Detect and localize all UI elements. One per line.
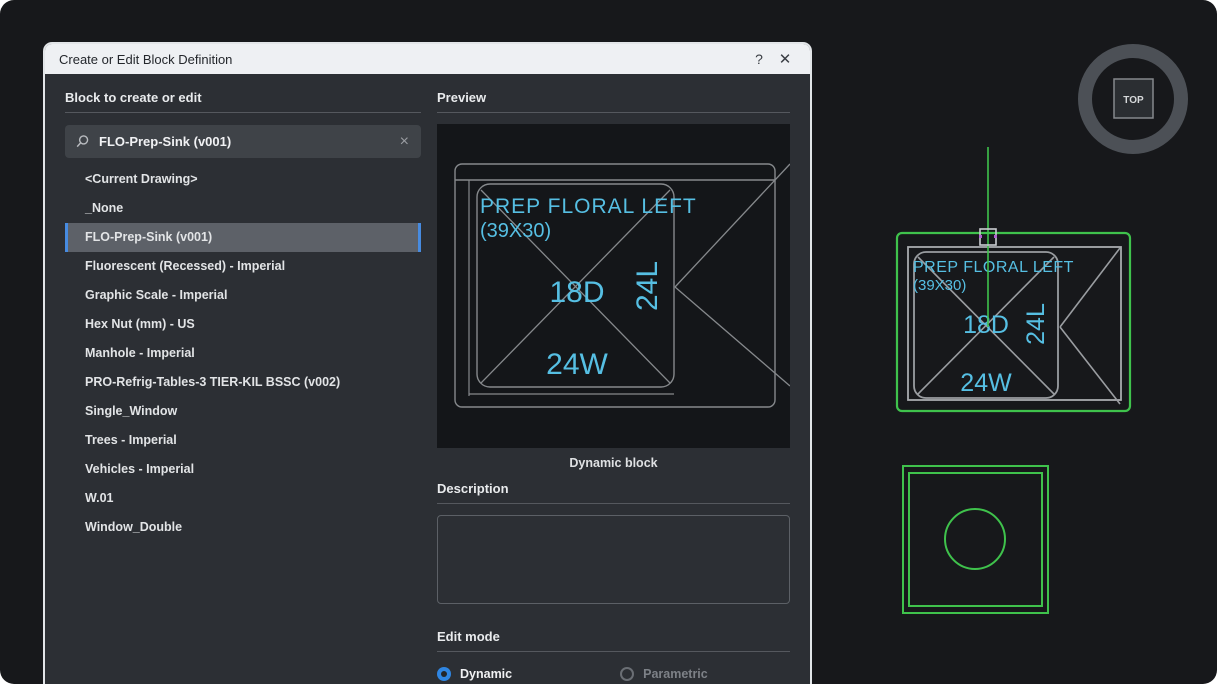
block-search-input[interactable]: FLO-Prep-Sink (v001) × — [65, 125, 421, 158]
block-section-label: Block to create or edit — [65, 90, 421, 106]
divider — [437, 503, 790, 504]
sink-length-text: 24L — [1022, 303, 1050, 345]
edit-mode-label: Edit mode — [437, 629, 790, 645]
list-item[interactable]: _None — [65, 194, 421, 223]
list-item[interactable]: Graphic Scale - Imperial — [65, 281, 421, 310]
block-preview-drawing: PREP FLORAL LEFT (39X30) 18D 24L 24W — [437, 124, 790, 448]
sink-depth-text: 18D — [963, 311, 1009, 339]
radio-unselected-icon[interactable] — [620, 667, 634, 681]
clear-search-icon[interactable]: × — [398, 134, 411, 150]
close-button[interactable]: ✕ — [772, 50, 798, 68]
preview-width-text: 24W — [546, 348, 608, 381]
preview-length-text: 24L — [631, 261, 664, 311]
dialog-titlebar[interactable]: Create or Edit Block Definition ? ✕ — [45, 44, 810, 74]
snap-dot — [994, 235, 997, 238]
radio-dynamic-label: Dynamic — [460, 667, 512, 681]
list-item[interactable]: PRO-Refrig-Tables-3 TIER-KIL BSSC (v002) — [65, 368, 421, 397]
sink-title-text: PREP FLORAL LEFT — [913, 259, 1074, 276]
sink-block-drawing[interactable]: PREP FLORAL LEFT (39X30) 18D 24L 24W — [897, 147, 1130, 411]
create-edit-block-dialog: Create or Edit Block Definition ? ✕ Bloc… — [43, 42, 812, 684]
dialog-title: Create or Edit Block Definition — [59, 52, 746, 67]
list-item[interactable]: Vehicles - Imperial — [65, 455, 421, 484]
snap-dot — [979, 235, 982, 238]
preview-title-text: PREP FLORAL LEFT — [480, 195, 697, 218]
list-item[interactable]: Manhole - Imperial — [65, 339, 421, 368]
list-item[interactable]: Single_Window — [65, 397, 421, 426]
square-circle-block-drawing[interactable] — [903, 466, 1048, 613]
list-item[interactable]: Window_Double — [65, 513, 421, 542]
list-item[interactable]: Trees - Imperial — [65, 426, 421, 455]
description-label: Description — [437, 481, 790, 497]
sink-width-text: 24W — [960, 369, 1012, 397]
search-icon — [75, 134, 90, 149]
list-item[interactable]: Hex Nut (mm) - US — [65, 310, 421, 339]
dynamic-block-caption: Dynamic block — [437, 454, 790, 472]
list-item[interactable]: <Current Drawing> — [65, 165, 421, 194]
help-button[interactable]: ? — [746, 51, 772, 67]
radio-selected-icon[interactable] — [437, 667, 451, 681]
list-item[interactable]: W.01 — [65, 484, 421, 513]
list-item[interactable]: Fluorescent (Recessed) - Imperial — [65, 252, 421, 281]
block-list: <Current Drawing> _None FLO-Prep-Sink (v… — [65, 165, 421, 542]
description-input[interactable] — [437, 515, 790, 604]
viewcube-top-label: TOP — [1123, 95, 1144, 106]
preview-section-label: Preview — [437, 90, 790, 106]
sink-size-text: (39X30) — [913, 277, 966, 294]
radio-parametric[interactable]: Parametric — [620, 667, 708, 681]
search-value[interactable]: FLO-Prep-Sink (v001) — [99, 134, 398, 149]
block-preview: PREP FLORAL LEFT (39X30) 18D 24L 24W — [437, 124, 790, 448]
divider — [437, 112, 790, 113]
radio-parametric-label: Parametric — [643, 667, 708, 681]
divider — [65, 112, 421, 113]
edit-mode-options: Dynamic Parametric — [437, 667, 790, 681]
list-item-selected[interactable]: FLO-Prep-Sink (v001) — [65, 223, 421, 252]
preview-depth-text: 18D — [549, 276, 604, 309]
app-screen: TOP PREP FLORAL LEFT (39X30) 18D 24L 24W — [0, 0, 1217, 684]
radio-dynamic[interactable]: Dynamic — [437, 667, 512, 681]
preview-size-text: (39X30) — [480, 220, 551, 242]
divider — [437, 651, 790, 652]
viewcube[interactable]: TOP — [1085, 51, 1181, 147]
